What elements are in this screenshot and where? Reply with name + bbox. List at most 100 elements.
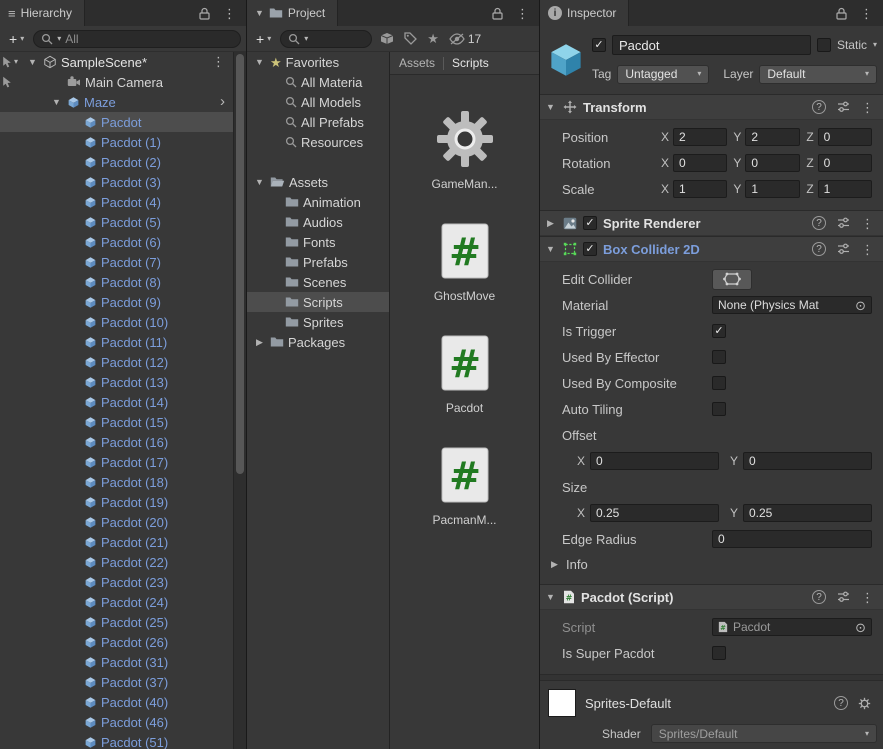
physics-material-field[interactable]: None (Physics Mat ⊙ [712,296,872,314]
favorites-item[interactable]: Resources [247,132,389,152]
scene-header-row[interactable]: ▾ ▼ SampleScene* ⋮ [0,52,233,72]
hierarchy-item-pacdot[interactable]: Pacdot (19) [0,492,233,512]
hierarchy-item-main-camera[interactable]: Main Camera [0,72,233,92]
hierarchy-item-pacdot[interactable]: Pacdot (9) [0,292,233,312]
packages-root[interactable]: ▶ Packages [247,332,389,352]
hierarchy-item-pacdot[interactable]: Pacdot (12) [0,352,233,372]
tag-dropdown[interactable]: Untagged ▾ [617,64,710,84]
hierarchy-item-pacdot[interactable]: Pacdot (3) [0,172,233,192]
folder-item[interactable]: Scripts [247,292,389,312]
foldout-open-icon[interactable]: ▼ [544,592,557,602]
foldout-open-icon[interactable]: ▼ [544,102,557,112]
hierarchy-item-pacdot[interactable]: Pacdot (4) [0,192,233,212]
hierarchy-item-pacdot[interactable]: Pacdot (10) [0,312,233,332]
hidden-objects-toggle[interactable]: 17 [449,32,481,46]
foldout-open-icon[interactable]: ▼ [50,97,63,107]
folder-item[interactable]: Prefabs [247,252,389,272]
help-icon[interactable]: ? [812,100,826,114]
asset-item[interactable]: # PacmanM... [390,443,539,527]
shader-dropdown[interactable]: Sprites/Default ▾ [650,724,877,743]
kebab-menu-icon[interactable]: ⋮ [860,7,873,20]
hierarchy-item-pacdot[interactable]: Pacdot (11) [0,332,233,352]
add-asset-button[interactable]: + ▾ [252,31,275,47]
favorites-item[interactable]: All Prefabs [247,112,389,132]
folder-item[interactable]: Animation [247,192,389,212]
assets-root[interactable]: ▼ Assets [247,172,389,192]
hierarchy-item-pacdot[interactable]: Pacdot (1) [0,132,233,152]
axis-z-field[interactable]: 0 [817,128,872,146]
hierarchy-item-pacdot[interactable]: Pacdot (23) [0,572,233,592]
help-icon[interactable]: ? [812,590,826,604]
folder-item[interactable]: Scenes [247,272,389,292]
foldout-closed-icon[interactable]: ▶ [544,218,557,229]
axis-y-field[interactable]: 1 [745,180,800,198]
object-picker-icon[interactable]: ⊙ [855,621,866,634]
hierarchy-item-maze[interactable]: ▼ Maze › [0,92,233,112]
hierarchy-scrollbar[interactable] [233,52,246,749]
axis-y-field[interactable]: 0 [745,154,800,172]
help-icon[interactable]: ? [834,696,848,710]
offset-y-field[interactable]: 0 [743,452,872,470]
hierarchy-item-pacdot[interactable]: Pacdot (20) [0,512,233,532]
folder-item[interactable]: Fonts [247,232,389,252]
component-enabled-checkbox[interactable]: ✓ [583,216,597,230]
info-foldout[interactable]: ▶ Info [540,552,877,576]
add-object-button[interactable]: + ▾ [5,31,28,47]
active-checkbox[interactable]: ✓ [592,38,606,52]
property-checkbox[interactable]: ✓ [712,402,726,416]
asset-item[interactable]: # GhostMove [390,219,539,303]
kebab-menu-icon[interactable]: ⋮ [861,591,874,604]
gear-settings-icon[interactable] [858,697,871,710]
kebab-menu-icon[interactable]: ⋮ [861,101,874,114]
axis-z-field[interactable]: 0 [817,154,872,172]
hierarchy-item-pacdot[interactable]: Pacdot (18) [0,472,233,492]
script-reference-field[interactable]: # Pacdot ⊙ [712,618,872,636]
search-filter-caret-icon[interactable]: ▾ [304,34,308,43]
material-header[interactable]: Sprites-Default ? [540,681,883,721]
transform-header[interactable]: ▼ Transform ? ⋮ [540,94,883,120]
foldout-open-icon[interactable]: ▼ [253,57,266,67]
hierarchy-item-pacdot[interactable]: Pacdot (6) [0,232,233,252]
hierarchy-item-pacdot[interactable]: Pacdot (8) [0,272,233,292]
property-checkbox[interactable]: ✓ [712,324,726,338]
box-collider-header[interactable]: ▼ ✓ Box Collider 2D ? ⋮ [540,236,883,262]
edge-radius-field[interactable]: 0 [712,530,872,548]
help-icon[interactable]: ? [812,216,826,230]
foldout-closed-icon[interactable]: ▶ [253,337,266,348]
object-picker-icon[interactable]: ⊙ [855,299,866,312]
lock-icon[interactable] [492,7,503,20]
static-caret-icon[interactable]: ▾ [873,41,877,49]
foldout-open-icon[interactable]: ▼ [253,177,266,187]
edit-collider-button[interactable] [712,268,752,290]
favorites-root[interactable]: ▼ ★ Favorites [247,52,389,72]
hierarchy-item-pacdot[interactable]: Pacdot (24) [0,592,233,612]
presets-icon[interactable] [837,243,850,255]
property-checkbox[interactable]: ✓ [712,350,726,364]
axis-z-field[interactable]: 1 [817,180,872,198]
asset-item[interactable]: # Pacdot [390,331,539,415]
presets-icon[interactable] [837,217,850,229]
tab-hierarchy[interactable]: ≡ Hierarchy [0,0,85,26]
hierarchy-item-pacdot[interactable]: Pacdot (21) [0,532,233,552]
breadcrumb-current[interactable]: Scripts [452,56,489,70]
hierarchy-item-pacdot[interactable]: Pacdot (25) [0,612,233,632]
property-checkbox[interactable]: ✓ [712,376,726,390]
hierarchy-item-pacdot[interactable]: Pacdot (16) [0,432,233,452]
tab-project[interactable]: ▼ Project [247,0,339,26]
kebab-menu-icon[interactable]: ⋮ [223,7,236,20]
hierarchy-item-pacdot[interactable]: Pacdot (2) [0,152,233,172]
hierarchy-item-pacdot[interactable]: Pacdot (51) [0,732,233,749]
help-icon[interactable]: ? [812,242,826,256]
presets-icon[interactable] [837,101,850,113]
favorites-item[interactable]: All Materia [247,72,389,92]
sprite-renderer-header[interactable]: ▶ ✓ Sprite Renderer ? ⋮ [540,210,883,236]
label-filter-icon[interactable] [404,32,418,45]
foldout-open-icon[interactable]: ▼ [544,244,557,254]
kebab-menu-icon[interactable]: ⋮ [516,7,529,20]
is-super-pacdot-checkbox[interactable]: ✓ [712,646,726,660]
layer-dropdown[interactable]: Default ▾ [759,64,877,84]
axis-x-field[interactable]: 2 [673,128,728,146]
hierarchy-search-input[interactable]: ▾ All [33,29,241,48]
lock-icon[interactable] [836,7,847,20]
size-y-field[interactable]: 0.25 [743,504,872,522]
